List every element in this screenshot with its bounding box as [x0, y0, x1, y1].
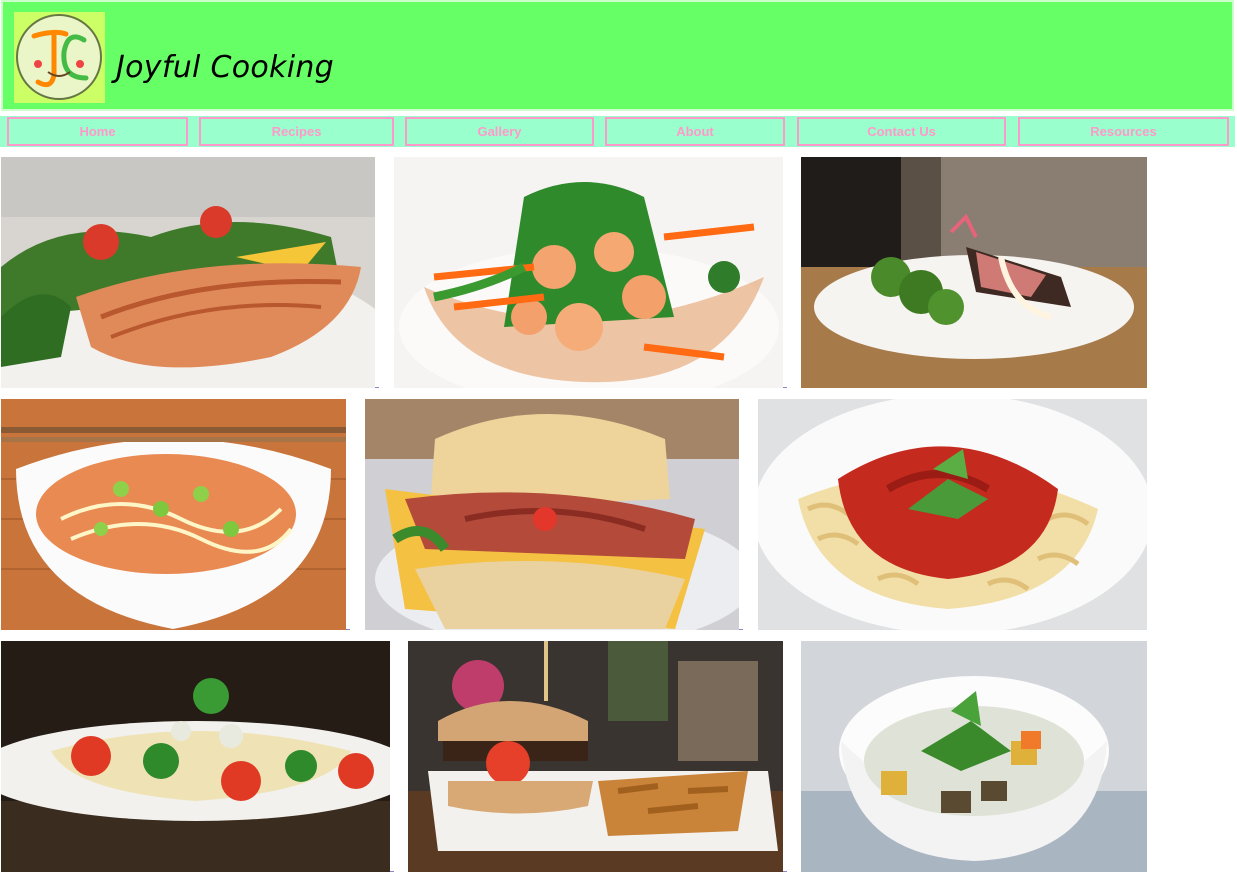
site-title: Joyful Cooking [116, 50, 335, 85]
nav-contact-us[interactable]: Contact Us [797, 117, 1006, 146]
nav-home[interactable]: Home [7, 117, 188, 146]
site-logo[interactable] [14, 12, 105, 103]
photo-rice-bowl[interactable] [1, 399, 346, 630]
link-underline [346, 629, 350, 630]
nav-about[interactable]: About [605, 117, 785, 146]
link-underline [739, 629, 743, 630]
photo-seared-meat[interactable] [801, 157, 1147, 388]
nav-recipes[interactable]: Recipes [199, 117, 394, 146]
link-underline [375, 387, 379, 388]
link-underline [783, 871, 787, 872]
photo-salmon[interactable] [1, 157, 375, 388]
photo-burger[interactable] [408, 641, 783, 872]
link-underline [390, 871, 394, 872]
photo-noodle-bowl[interactable] [801, 641, 1147, 872]
photo-spaghetti[interactable] [1, 641, 390, 872]
site-header: Joyful Cooking [1, 0, 1234, 111]
main-nav: Home Recipes Gallery About Contact Us Re… [0, 116, 1235, 147]
photo-biscuit-sandwich[interactable] [365, 399, 739, 630]
photo-shrimp[interactable] [394, 157, 783, 388]
photo-fusilli-pasta[interactable] [758, 399, 1147, 630]
link-underline [783, 387, 787, 388]
nav-resources[interactable]: Resources [1018, 117, 1229, 146]
nav-gallery[interactable]: Gallery [405, 117, 594, 146]
